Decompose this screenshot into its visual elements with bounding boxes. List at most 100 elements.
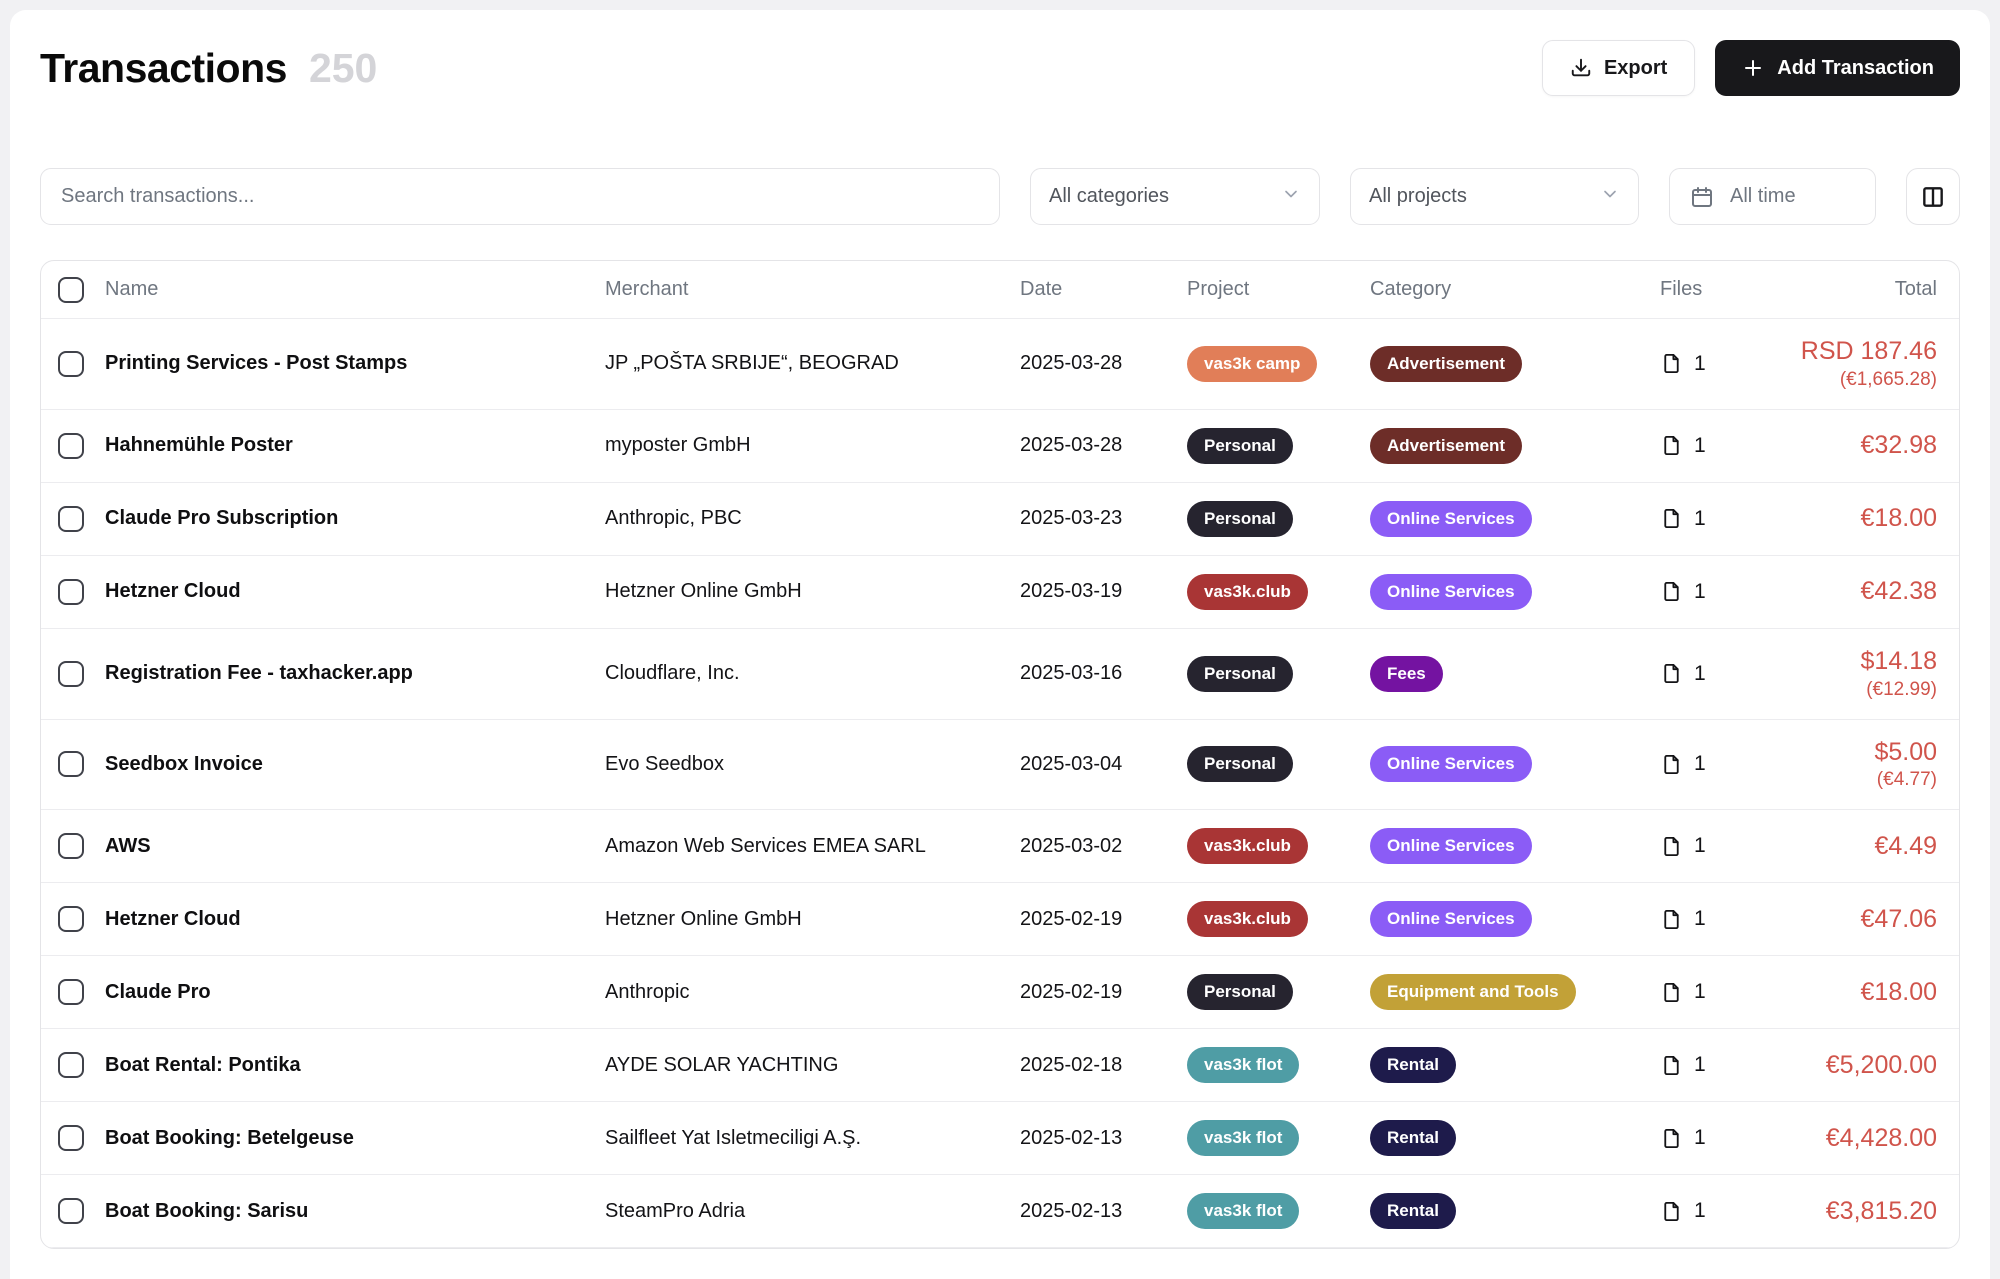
column-header-total[interactable]: Total xyxy=(1770,278,1937,301)
transactions-card: Transactions 250 Export Add Transaction … xyxy=(10,10,1990,1279)
chevron-down-icon xyxy=(1600,184,1620,210)
total-cell: RSD 187.46 (€1,665.28) xyxy=(1770,337,1937,391)
table-row[interactable]: Hetzner Cloud Hetzner Online GmbH 2025-0… xyxy=(41,883,1959,956)
total-amount: €18.00 xyxy=(1770,504,1937,533)
files-cell[interactable]: 1 xyxy=(1660,507,1770,531)
row-checkbox[interactable] xyxy=(58,979,84,1005)
files-cell[interactable]: 1 xyxy=(1660,1199,1770,1223)
column-header-date[interactable]: Date xyxy=(1020,278,1187,301)
files-cell[interactable]: 1 xyxy=(1660,834,1770,858)
column-header-project[interactable]: Project xyxy=(1187,278,1370,301)
category-badge[interactable]: Equipment and Tools xyxy=(1370,974,1576,1010)
row-checkbox[interactable] xyxy=(58,906,84,932)
files-cell[interactable]: 1 xyxy=(1660,434,1770,458)
table-row[interactable]: Boat Booking: Betelgeuse Sailfleet Yat I… xyxy=(41,1102,1959,1175)
category-badge[interactable]: Rental xyxy=(1370,1120,1456,1156)
categories-filter[interactable]: All categories xyxy=(1030,168,1320,225)
project-badge[interactable]: vas3k.club xyxy=(1187,828,1308,864)
transaction-date: 2025-02-18 xyxy=(1020,1054,1187,1077)
row-checkbox[interactable] xyxy=(58,833,84,859)
row-checkbox[interactable] xyxy=(58,579,84,605)
project-badge[interactable]: vas3k.club xyxy=(1187,901,1308,937)
category-badge[interactable]: Online Services xyxy=(1370,746,1532,782)
row-checkbox[interactable] xyxy=(58,751,84,777)
project-badge[interactable]: vas3k camp xyxy=(1187,346,1317,382)
files-cell[interactable]: 1 xyxy=(1660,1053,1770,1077)
project-badge[interactable]: vas3k.club xyxy=(1187,574,1308,610)
transaction-name: Boat Booking: Betelgeuse xyxy=(105,1127,605,1150)
total-amount: €5,200.00 xyxy=(1770,1051,1937,1080)
export-button[interactable]: Export xyxy=(1542,40,1695,96)
table-row[interactable]: Boat Booking: Sarisu SteamPro Adria 2025… xyxy=(41,1175,1959,1248)
select-all-checkbox[interactable] xyxy=(58,277,84,303)
category-badge[interactable]: Rental xyxy=(1370,1193,1456,1229)
total-amount: €32.98 xyxy=(1770,431,1937,460)
download-icon xyxy=(1570,57,1592,79)
project-badge[interactable]: Personal xyxy=(1187,746,1293,782)
transaction-date: 2025-02-19 xyxy=(1020,981,1187,1004)
table-row[interactable]: Boat Rental: Pontika AYDE SOLAR YACHTING… xyxy=(41,1029,1959,1102)
table-row[interactable]: Printing Services - Post Stamps JP „POŠT… xyxy=(41,319,1959,410)
transaction-date: 2025-03-19 xyxy=(1020,580,1187,603)
category-badge[interactable]: Online Services xyxy=(1370,901,1532,937)
column-header-category[interactable]: Category xyxy=(1370,278,1660,301)
table-row[interactable]: Claude Pro Subscription Anthropic, PBC 2… xyxy=(41,483,1959,556)
project-badge[interactable]: Personal xyxy=(1187,501,1293,537)
table-row[interactable]: Registration Fee - taxhacker.app Cloudfl… xyxy=(41,629,1959,720)
total-cell: €5,200.00 xyxy=(1770,1051,1937,1080)
row-checkbox[interactable] xyxy=(58,661,84,687)
total-amount: €4.49 xyxy=(1770,832,1937,861)
files-cell[interactable]: 1 xyxy=(1660,980,1770,1004)
category-badge[interactable]: Online Services xyxy=(1370,574,1532,610)
table-row[interactable]: Hahnemühle Poster myposter GmbH 2025-03-… xyxy=(41,410,1959,483)
total-amount: €42.38 xyxy=(1770,577,1937,606)
row-checkbox[interactable] xyxy=(58,1198,84,1224)
row-checkbox[interactable] xyxy=(58,433,84,459)
transaction-name: Claude Pro xyxy=(105,981,605,1004)
files-cell[interactable]: 1 xyxy=(1660,907,1770,931)
category-badge[interactable]: Online Services xyxy=(1370,828,1532,864)
column-header-name[interactable]: Name xyxy=(105,278,605,301)
transaction-name: Boat Booking: Sarisu xyxy=(105,1200,605,1223)
row-checkbox[interactable] xyxy=(58,351,84,377)
transaction-merchant: AYDE SOLAR YACHTING xyxy=(605,1054,1020,1077)
table-row[interactable]: Hetzner Cloud Hetzner Online GmbH 2025-0… xyxy=(41,556,1959,629)
table-row[interactable]: AWS Amazon Web Services EMEA SARL 2025-0… xyxy=(41,810,1959,883)
files-cell[interactable]: 1 xyxy=(1660,752,1770,776)
table-row[interactable]: Seedbox Invoice Evo Seedbox 2025-03-04 P… xyxy=(41,720,1959,811)
category-badge[interactable]: Advertisement xyxy=(1370,428,1522,464)
column-settings-button[interactable] xyxy=(1906,168,1960,225)
category-badge[interactable]: Fees xyxy=(1370,656,1443,692)
files-cell[interactable]: 1 xyxy=(1660,352,1770,376)
project-badge[interactable]: vas3k flot xyxy=(1187,1047,1299,1083)
calendar-icon xyxy=(1690,185,1714,209)
total-amount: €18.00 xyxy=(1770,978,1937,1007)
files-cell[interactable]: 1 xyxy=(1660,662,1770,686)
category-badge[interactable]: Advertisement xyxy=(1370,346,1522,382)
project-badge[interactable]: Personal xyxy=(1187,428,1293,464)
files-cell[interactable]: 1 xyxy=(1660,580,1770,604)
category-badge[interactable]: Rental xyxy=(1370,1047,1456,1083)
category-badge[interactable]: Online Services xyxy=(1370,501,1532,537)
date-range-filter[interactable]: All time xyxy=(1669,168,1876,225)
column-header-files[interactable]: Files xyxy=(1660,278,1770,301)
files-cell[interactable]: 1 xyxy=(1660,1126,1770,1150)
transactions-table: Name Merchant Date Project Category File… xyxy=(40,260,1960,1249)
transaction-name: Boat Rental: Pontika xyxy=(105,1054,605,1077)
total-cell: $14.18 (€12.99) xyxy=(1770,647,1937,701)
row-checkbox[interactable] xyxy=(58,506,84,532)
search-input[interactable] xyxy=(40,168,1000,225)
column-header-merchant[interactable]: Merchant xyxy=(605,278,1020,301)
row-checkbox[interactable] xyxy=(58,1052,84,1078)
project-badge[interactable]: Personal xyxy=(1187,974,1293,1010)
projects-filter[interactable]: All projects xyxy=(1350,168,1639,225)
project-badge[interactable]: Personal xyxy=(1187,656,1293,692)
row-checkbox[interactable] xyxy=(58,1125,84,1151)
table-row[interactable]: Claude Pro Anthropic 2025-02-19 Personal… xyxy=(41,956,1959,1029)
transaction-date: 2025-03-16 xyxy=(1020,662,1187,685)
project-badge[interactable]: vas3k flot xyxy=(1187,1193,1299,1229)
transaction-merchant: JP „POŠTA SRBIJE“, BEOGRAD xyxy=(605,352,1020,375)
total-cell: €18.00 xyxy=(1770,978,1937,1007)
project-badge[interactable]: vas3k flot xyxy=(1187,1120,1299,1156)
add-transaction-button[interactable]: Add Transaction xyxy=(1715,40,1960,96)
